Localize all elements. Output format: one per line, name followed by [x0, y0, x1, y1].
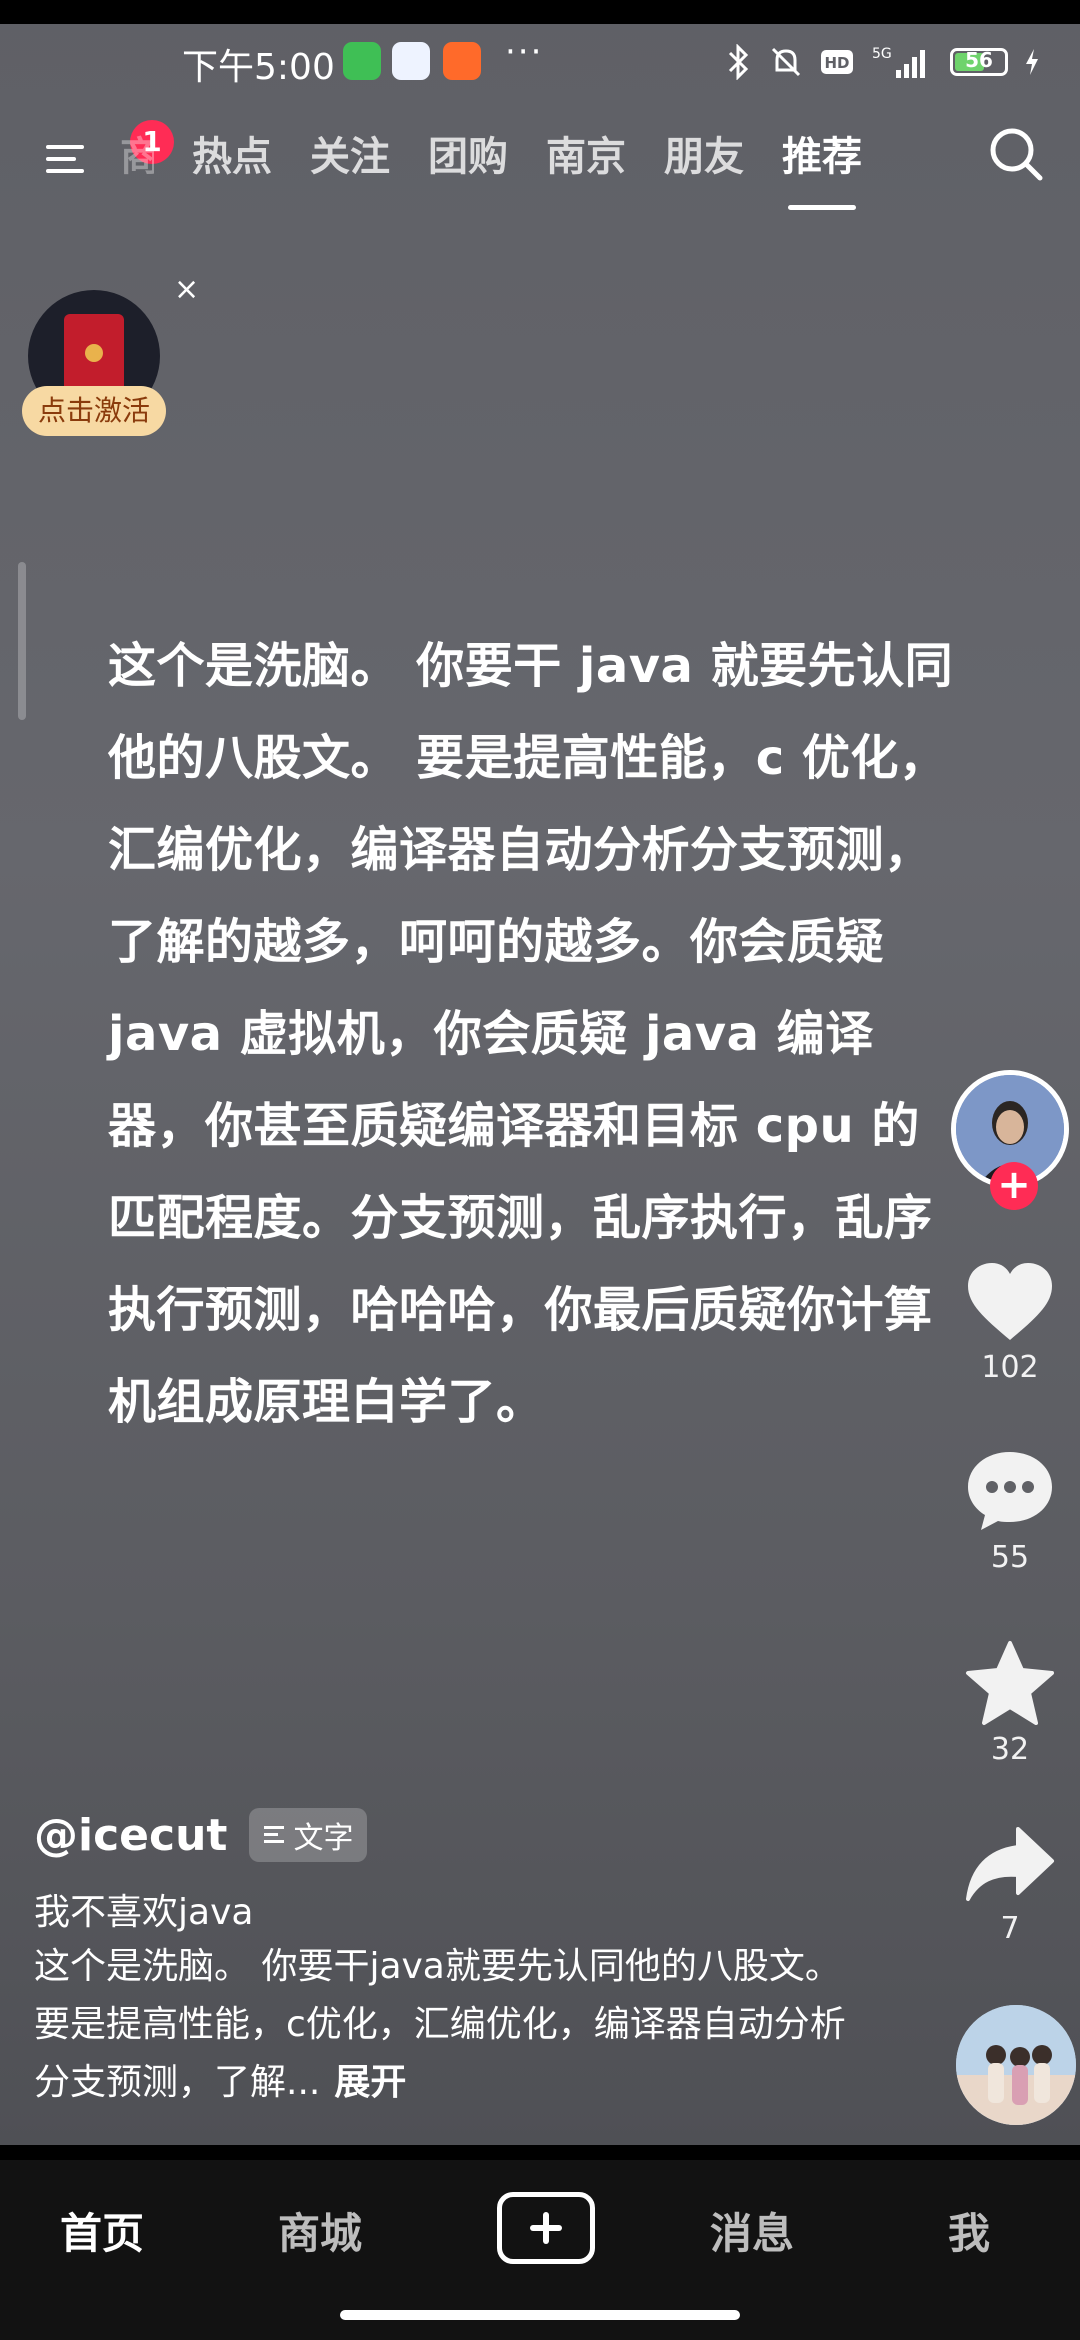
like-count: 102: [981, 1350, 1039, 1385]
home-indicator: [340, 2310, 740, 2320]
red-packet-widget[interactable]: 点击激活 ×: [22, 272, 199, 450]
create-post-button[interactable]: [497, 2192, 595, 2264]
share-count: 7: [1000, 1911, 1020, 1946]
caption-body: 这个是洗脑。 你要干java就要先认同他的八股文。 要是提高性能，c优化，汇编优…: [34, 1938, 854, 2112]
battery-level: 56: [965, 48, 993, 72]
tab-recommended[interactable]: 推荐: [782, 124, 862, 210]
tab-group-buy[interactable]: 团购: [428, 124, 508, 194]
cloud-app-icon: [392, 42, 430, 80]
text-lines-icon: [264, 1826, 285, 1843]
heart-icon: [968, 1263, 1052, 1340]
nav-messages[interactable]: 消息: [710, 2200, 794, 2261]
post-text: 这个是洗脑。 你要干 java 就要先认同他的八股文。 要是提高性能，c 优化，…: [108, 638, 954, 1430]
caption-area: @icecut 文字 我不喜欢java 这个是洗脑。 你要干java就要先认同他…: [34, 1808, 854, 2112]
bottom-nav: 首页 商城 消息 我: [0, 2160, 1080, 2340]
bluetooth-icon: [726, 44, 752, 80]
share-arrow-icon: [966, 1827, 1054, 1901]
red-packet-close-button[interactable]: ×: [174, 272, 199, 307]
nav-home[interactable]: 首页: [60, 2200, 144, 2261]
like-button[interactable]: 102: [940, 1260, 1080, 1385]
plus-icon: [530, 2212, 562, 2244]
music-disc[interactable]: [956, 2005, 1076, 2125]
caption-text: 这个是洗脑。 你要干java就要先认同他的八股文。 要是提高性能，c优化，汇编优…: [34, 1946, 846, 2103]
search-icon: [990, 128, 1043, 181]
text-tag-label: 文字: [293, 1821, 354, 1856]
scroll-indicator: [18, 562, 26, 720]
top-nav: 1 商 热点 关注 团购 南京 朋友 推荐: [0, 110, 1080, 210]
status-icons: HD 5G 56: [726, 40, 1040, 84]
hd-icon: HD: [820, 49, 854, 75]
more-notifications-icon: ···: [505, 32, 544, 72]
svg-text:HD: HD: [824, 54, 849, 72]
action-rail: + 102 55 32 7: [940, 1060, 1080, 2130]
expand-button[interactable]: 展开: [334, 2062, 406, 2103]
top-edge: [0, 0, 1080, 24]
search-button[interactable]: [982, 120, 1052, 190]
nav-mall[interactable]: 商城: [278, 2200, 362, 2261]
favorite-button[interactable]: 32: [940, 1640, 1080, 1767]
wechat-app-icon: [343, 42, 381, 80]
favorite-count: 32: [990, 1732, 1030, 1767]
tab-partial[interactable]: 商: [120, 124, 154, 194]
comment-button[interactable]: 55: [940, 1448, 1080, 1575]
mute-bell-icon: [768, 44, 804, 80]
tab-hot[interactable]: 热点: [192, 124, 272, 194]
nav-me[interactable]: 我: [948, 2200, 990, 2261]
caption-title: 我不喜欢java: [34, 1892, 254, 1933]
battery-icon: 56: [950, 48, 1008, 76]
tab-nanjing[interactable]: 南京: [546, 124, 626, 194]
network-type-label: 5G: [872, 46, 892, 62]
share-button[interactable]: 7: [940, 1825, 1080, 1946]
comment-count: 55: [990, 1540, 1030, 1575]
comment-icon: [968, 1452, 1052, 1530]
follow-button[interactable]: +: [990, 1162, 1038, 1210]
author-name[interactable]: @icecut: [34, 1810, 227, 1861]
signal-5g-icon: 5G: [870, 44, 934, 80]
red-packet-activate-label[interactable]: 点击激活: [22, 386, 166, 436]
status-time: 下午5:00: [182, 47, 335, 88]
text-tag[interactable]: 文字: [249, 1808, 368, 1862]
tab-following[interactable]: 关注: [310, 124, 390, 194]
music-cover-image: [956, 2005, 1076, 2125]
tab-friends[interactable]: 朋友: [664, 124, 744, 194]
58-app-icon: [443, 42, 481, 80]
feed-tabs: 商 热点 关注 团购 南京 朋友 推荐: [120, 124, 862, 210]
menu-button[interactable]: 1: [40, 120, 174, 188]
star-icon: [966, 1641, 1054, 1725]
charging-icon: [1024, 48, 1040, 76]
video-feed-screen: 下午5:00 ··· HD 5G 56 1 商 热点 关注 团购 南京 朋友 推…: [0, 0, 1080, 2145]
menu-icon: [46, 145, 84, 173]
status-bar: 下午5:00 ··· HD 5G 56: [0, 24, 1080, 100]
